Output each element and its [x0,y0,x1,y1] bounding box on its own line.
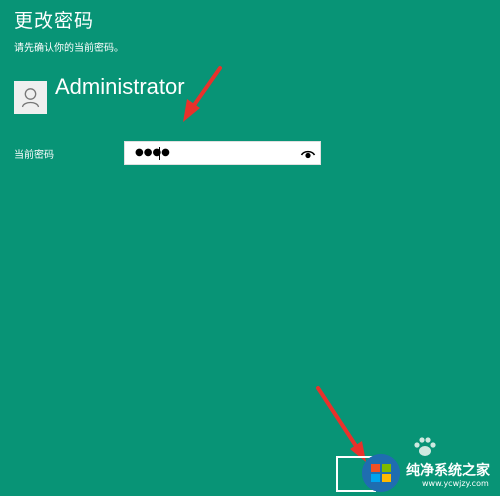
current-password-input[interactable]: ●●●● [124,141,321,165]
text-caret [159,147,160,160]
current-password-label: 当前密码 [14,150,54,161]
account-username: Administrator [55,74,185,99]
change-password-page: 更改密码 请先确认你的当前密码。 Administrator 当前密码 ●●●● [0,0,500,492]
paw-icon [414,437,436,456]
user-silhouette-icon [14,81,47,114]
eye-icon[interactable] [300,146,316,160]
watermark-url: www.ycwjzy.com [422,479,489,488]
watermark-text: 纯净系统之家 [406,463,490,479]
user-avatar [14,81,47,114]
password-masked-value: ●●●● [135,147,170,158]
windows-logo-icon [362,454,400,492]
page-subtitle: 请先确认你的当前密码。 [14,43,124,54]
page-title: 更改密码 [14,10,95,32]
site-watermark: 纯净系统之家 www.ycwjzy.com [350,436,500,492]
